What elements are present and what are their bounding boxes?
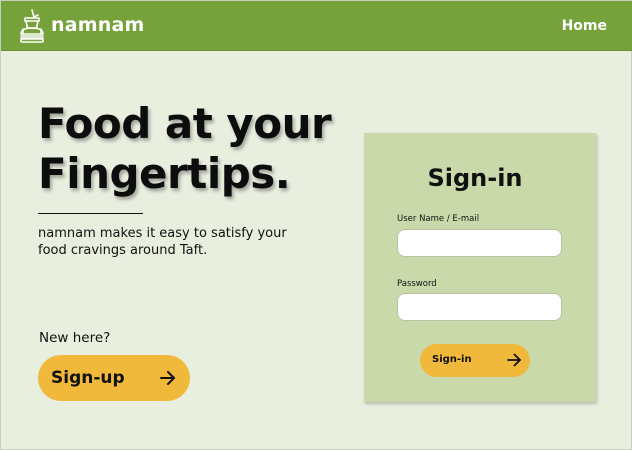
password-label: Password bbox=[397, 279, 437, 289]
hero-tagline: namnam makes it easy to satisfy your foo… bbox=[38, 226, 287, 258]
signin-title: Sign-in bbox=[427, 164, 523, 192]
signin-button[interactable]: Sign-in bbox=[420, 344, 530, 377]
arrow-right-icon bbox=[159, 369, 177, 387]
arrow-right-icon bbox=[506, 352, 522, 368]
password-input[interactable] bbox=[397, 293, 562, 321]
food-drink-icon bbox=[18, 9, 46, 43]
signin-button-label: Sign-in bbox=[432, 354, 472, 365]
signup-button[interactable]: Sign-up bbox=[38, 355, 190, 401]
username-input[interactable] bbox=[397, 229, 562, 257]
new-here-text: New here? bbox=[39, 330, 111, 346]
signup-button-label: Sign-up bbox=[51, 368, 125, 388]
hero-title-line-1: Food at your bbox=[38, 99, 332, 148]
username-label: User Name / E-mail bbox=[397, 214, 480, 224]
brand-name[interactable]: namnam bbox=[51, 14, 145, 36]
hero-title: Food at your Fingertips. bbox=[38, 99, 332, 199]
nav-home-link[interactable]: Home bbox=[562, 18, 607, 34]
top-navbar: namnam Home bbox=[1, 1, 632, 51]
signin-card: Sign-in User Name / E-mail Password Sign… bbox=[364, 133, 596, 402]
hero-divider bbox=[38, 213, 143, 214]
hero-title-line-2: Fingertips. bbox=[38, 149, 291, 198]
